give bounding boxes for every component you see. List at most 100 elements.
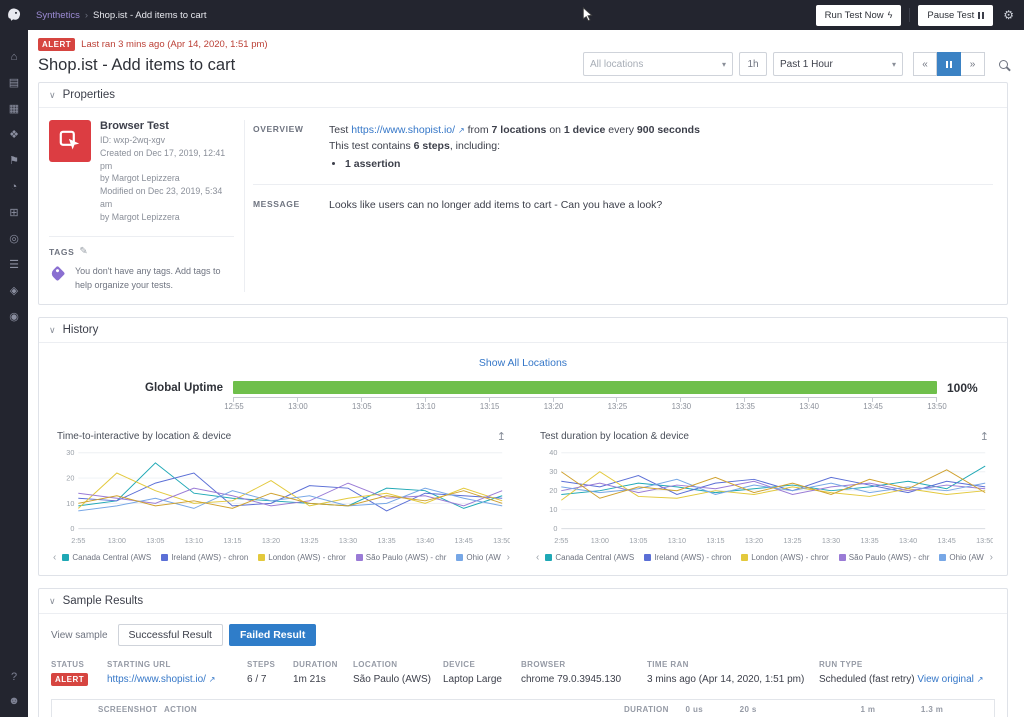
uptime-bar[interactable] [233,381,937,394]
legend-prev-icon[interactable]: ‹ [536,552,539,563]
sidebar-item-logs-icon[interactable]: ☰ [5,258,23,273]
tab-failed-result[interactable]: Failed Result [229,624,316,646]
time-range-select[interactable]: Past 1 Hour ▾ [773,52,903,76]
legend-label: São Paulo (AWS) - chr [849,553,930,562]
sidebar-user-icon[interactable]: ☻ [5,694,23,709]
sidebar-item-apm-icon[interactable]: ◎ [5,232,23,247]
svg-text:13:00: 13:00 [591,536,609,545]
breadcrumb-separator-icon: › [85,10,88,21]
properties-section-title: Properties [63,89,115,101]
sample-results-section-title: Sample Results [63,595,144,607]
chevron-down-icon: ∨ [49,325,56,336]
history-section-header[interactable]: ∨ History [39,318,1007,343]
test-url-link[interactable]: https://www.shopist.io/ ↗ [351,124,465,136]
legend-prev-icon[interactable]: ‹ [53,552,56,563]
legend-item[interactable]: Canada Central (AWS [545,553,634,562]
tab-successful-result[interactable]: Successful Result [118,624,223,646]
legend-swatch [839,554,846,561]
sidebar-item-watchdog-icon[interactable]: ⌂ [5,50,23,65]
duration-chart-title: Test duration by location & device [540,431,689,442]
topbar-actions: Run Test Now ϟ Pause Test ⚙ [816,5,1014,26]
legend-item[interactable]: Ireland (AWS) - chron [644,553,731,562]
svg-text:13:15: 13:15 [706,536,724,545]
export-chart-icon[interactable]: ↥ [980,430,989,443]
result-summary-table: STATUS STARTING URL STEPS DURATION LOCAT… [51,660,995,685]
svg-text:30: 30 [549,467,557,476]
sidebar-item-security-icon[interactable]: ◈ [5,284,23,299]
legend-item[interactable]: London (AWS) - chror [741,553,829,562]
svg-text:13:40: 13:40 [899,536,917,545]
sidebar-item-events-icon[interactable]: ▤ [5,76,23,91]
lightning-icon: ϟ [888,10,893,20]
timeline-tick: 13:00 [288,402,308,411]
filter-bar: All locations ▾ 1h Past 1 Hour ▾ « » [583,52,1008,76]
result-run-type: Scheduled (fast retry) [819,674,915,685]
view-original-link[interactable]: View original ↗ [917,674,983,685]
browser-test-icon [49,120,91,162]
chevron-down-icon: ▾ [722,60,726,69]
sidebar-item-metrics-icon[interactable]: ◔ [5,180,23,195]
legend-item[interactable]: Ireland (AWS) - chron [161,553,248,562]
locations-filter-select[interactable]: All locations ▾ [583,52,733,76]
chevron-down-icon: ∨ [49,90,56,101]
svg-text:13:10: 13:10 [668,536,686,545]
pause-test-button[interactable]: Pause Test [918,5,993,26]
settings-gear-icon[interactable]: ⚙ [1003,8,1014,22]
svg-text:13:30: 13:30 [822,536,840,545]
legend-item[interactable]: São Paulo (AWS) - chr [839,553,930,562]
legend-item[interactable]: Canada Central (AWS [62,553,151,562]
time-shortcut-button[interactable]: 1h [739,52,767,76]
legend-next-icon[interactable]: › [990,552,993,563]
overview-label: OVERVIEW [253,122,317,172]
result-device: Laptop Large [443,674,521,685]
pause-icon [946,61,952,68]
time-pager: « » [913,52,985,76]
svg-text:13:45: 13:45 [455,536,473,545]
tags-empty-text: You don't have any tags. Add tags to hel… [75,265,234,292]
global-uptime-label: Global Uptime [57,381,233,394]
scale-tick: 0 us [686,705,704,714]
sidebar-item-integrations-icon[interactable]: ⊞ [5,206,23,221]
sample-results-section: ∨ Sample Results View sample Successful … [38,588,1008,717]
show-all-locations-link[interactable]: Show All Locations [479,357,567,369]
steps-table: SCREENSHOT ACTION DURATION 0 us 20 s 1 m… [51,699,995,717]
sample-results-section-header[interactable]: ∨ Sample Results [39,589,1007,614]
breadcrumb-synthetics-link[interactable]: Synthetics [36,10,80,21]
sidebar-item-infrastructure-icon[interactable]: ❖ [5,128,23,143]
test-id: ID: wxp-2wq-xgv [100,134,234,147]
global-uptime-row: Global Uptime 12:55 13:00 13:05 13:10 13… [51,381,995,414]
sidebar-item-synthetics-icon[interactable]: ◉ [5,310,23,325]
sidebar-item-dashboards-icon[interactable]: ▦ [5,102,23,117]
history-section-title: History [63,324,99,336]
properties-section-header[interactable]: ∨ Properties [39,83,1007,108]
column-header: TIME RAN [647,660,819,669]
legend-swatch [258,554,265,561]
column-header: DEVICE [443,660,521,669]
sidebar-help-icon[interactable]: ? [5,670,23,685]
legend-item[interactable]: São Paulo (AWS) - chr [356,553,447,562]
column-header: STEPS [247,660,293,669]
timeline-tick: 13:20 [544,402,564,411]
column-header: DURATION [293,660,353,669]
run-test-now-button[interactable]: Run Test Now ϟ [816,5,902,26]
alert-status-badge: ALERT [38,38,75,51]
export-chart-icon[interactable]: ↥ [497,430,506,443]
modified-by: by Margot Lepizzera [100,211,234,224]
edit-tags-icon[interactable]: ✎ [79,246,87,257]
legend-item[interactable]: London (AWS) - chror [258,553,346,562]
time-forward-button[interactable]: » [961,52,985,76]
datadog-logo[interactable] [0,0,28,28]
legend-item[interactable]: Ohio (AWS) - chrome. [456,553,500,562]
column-header: LOCATION [353,660,443,669]
test-info-panel: Browser Test ID: wxp-2wq-xgv Created on … [47,120,245,292]
sidebar-item-monitors-icon[interactable]: ⚑ [5,154,23,169]
chevron-down-icon: ▾ [892,60,896,69]
search-icon[interactable] [999,60,1008,69]
legend-swatch [644,554,651,561]
legend-next-icon[interactable]: › [507,552,510,563]
legend-item[interactable]: Ohio (AWS) - chrome. [939,553,983,562]
pause-live-button[interactable] [937,52,961,76]
time-back-button[interactable]: « [913,52,937,76]
app-window: ⌂▤▦❖⚑◔⊞◎☰◈◉ ?☻ Synthetics › Shop.ist - A… [0,0,1024,717]
starting-url-link[interactable]: https://www.shopist.io/ ↗ [107,674,215,685]
